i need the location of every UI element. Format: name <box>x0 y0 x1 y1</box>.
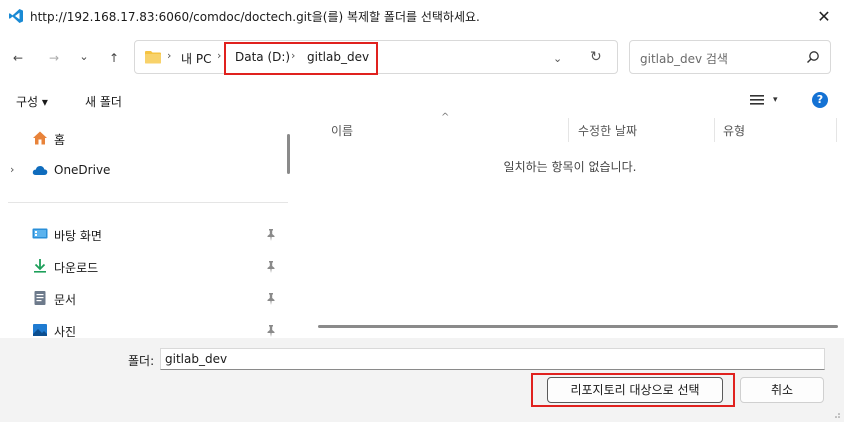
sidebar-item-home[interactable]: 홈 <box>0 124 288 152</box>
empty-list-message: 일치하는 항목이 없습니다. <box>503 160 637 174</box>
folder-name-input[interactable]: gitlab_dev <box>160 348 825 370</box>
sort-caret-icon: ^ <box>441 112 450 123</box>
column-header-type[interactable]: 유형 <box>723 122 745 139</box>
pin-icon[interactable] <box>266 325 276 337</box>
column-separator[interactable] <box>836 118 837 142</box>
sidebar-item-label: 문서 <box>54 293 77 307</box>
desktop-icon <box>32 228 48 239</box>
search-box[interactable]: gitlab_dev 검색 <box>629 40 831 74</box>
column-header-name[interactable]: 이름 <box>331 122 353 139</box>
organize-menu[interactable]: 구성 ▾ <box>16 93 48 110</box>
breadcrumb-separator: › <box>167 49 172 62</box>
view-options-icon[interactable] <box>750 94 764 106</box>
navigation-pane: 홈 › OneDrive 바탕 화면 다운로드 문서 사진 <box>0 118 298 338</box>
title-bar: http://192.168.17.83:6060/comdoc/doctech… <box>0 0 844 32</box>
pin-icon[interactable] <box>266 261 276 273</box>
horizontal-scrollbar[interactable] <box>318 325 838 328</box>
back-button[interactable]: ← <box>8 48 28 68</box>
forward-button[interactable]: → <box>44 48 64 68</box>
highlight-box-button <box>531 373 735 407</box>
help-icon[interactable]: ? <box>812 92 828 108</box>
sidebar-item-label: 바탕 화면 <box>54 229 102 243</box>
recent-locations-button[interactable]: ⌄ <box>74 46 94 66</box>
address-history-chevron-icon[interactable]: ⌄ <box>553 52 562 65</box>
sidebar-item-documents[interactable]: 문서 <box>0 284 288 312</box>
cloud-icon <box>32 166 48 175</box>
sidebar-item-desktop[interactable]: 바탕 화면 <box>0 220 288 248</box>
new-folder-button[interactable]: 새 폴더 <box>85 93 122 110</box>
folder-icon <box>145 51 161 64</box>
column-separator[interactable] <box>714 118 715 142</box>
breadcrumb-this-pc[interactable]: 내 PC <box>181 50 211 67</box>
vscode-icon <box>9 9 23 23</box>
sidebar-item-label: 사진 <box>54 325 77 338</box>
folder-label: 폴더: <box>128 354 155 368</box>
sidebar-item-downloads[interactable]: 다운로드 <box>0 252 288 280</box>
view-options-chevron-icon[interactable]: ▾ <box>773 95 778 105</box>
sidebar-item-label: 다운로드 <box>54 261 99 275</box>
cancel-button[interactable]: 취소 <box>740 377 824 403</box>
pin-icon[interactable] <box>266 293 276 305</box>
sidebar-item-onedrive[interactable]: › OneDrive <box>0 156 288 184</box>
search-icon <box>807 51 819 63</box>
refresh-icon[interactable]: ↻ <box>590 49 602 65</box>
download-icon <box>34 259 46 273</box>
sidebar-scrollbar[interactable] <box>287 134 290 174</box>
sidebar-item-label: 홈 <box>54 133 66 147</box>
highlight-box-path <box>224 42 378 75</box>
close-button[interactable]: ✕ <box>804 0 844 32</box>
window-title: http://192.168.17.83:6060/comdoc/doctech… <box>30 10 480 24</box>
search-placeholder: gitlab_dev 검색 <box>640 52 728 66</box>
sidebar-item-label: OneDrive <box>54 163 111 177</box>
home-icon <box>33 131 47 145</box>
command-bar: 구성 ▾ 새 폴더 <box>0 88 844 114</box>
sidebar-item-pictures[interactable]: 사진 <box>0 316 288 338</box>
sidebar-divider <box>8 202 288 203</box>
column-separator[interactable] <box>568 118 569 142</box>
document-icon <box>34 291 46 305</box>
column-header-date[interactable]: 수정한 날짜 <box>578 122 637 139</box>
pin-icon[interactable] <box>266 229 276 241</box>
expand-chevron-icon[interactable]: › <box>10 163 14 176</box>
picture-icon <box>33 324 47 336</box>
breadcrumb-separator: › <box>217 49 222 62</box>
file-list: ^ 이름 수정한 날짜 유형 일치하는 항목이 없습니다. <box>300 112 840 338</box>
resize-grip-icon[interactable] <box>832 410 840 418</box>
up-button[interactable]: ↑ <box>104 48 124 68</box>
